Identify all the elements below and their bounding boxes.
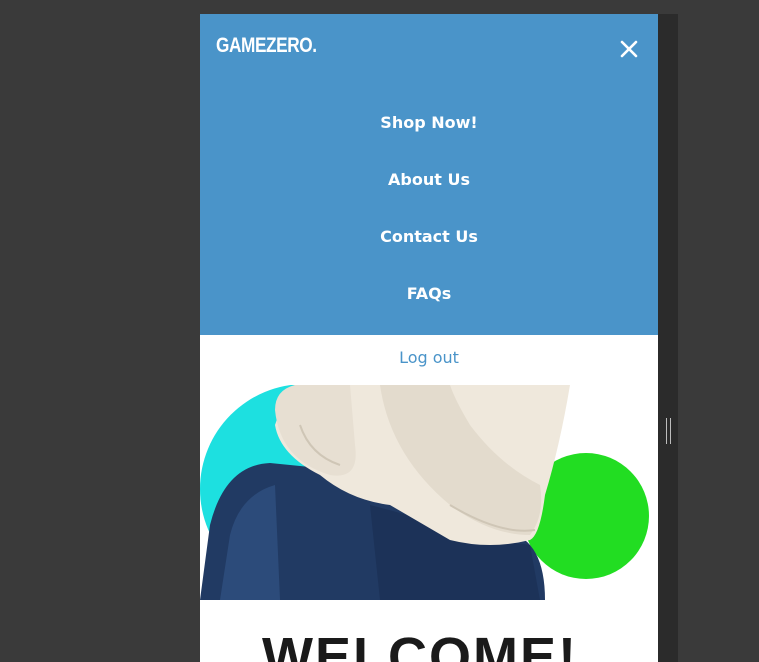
close-menu-button[interactable] bbox=[618, 38, 640, 60]
nav-item-faqs[interactable]: FAQs bbox=[200, 284, 658, 303]
logout-link[interactable]: Log out bbox=[200, 348, 658, 367]
resize-handle[interactable] bbox=[666, 418, 671, 444]
mobile-viewport: GAMEZERO. Shop Now! About Us Contact Us … bbox=[200, 14, 658, 662]
hero-illustration bbox=[200, 385, 649, 600]
nav-item-about-us[interactable]: About Us bbox=[200, 170, 658, 189]
nav-item-shop-now[interactable]: Shop Now! bbox=[200, 113, 658, 132]
mobile-menu-panel: GAMEZERO. Shop Now! About Us Contact Us … bbox=[200, 14, 658, 335]
welcome-heading: WELCOME! bbox=[262, 627, 578, 662]
site-logo[interactable]: GAMEZERO. bbox=[216, 34, 317, 58]
close-icon bbox=[620, 40, 638, 58]
scrollbar-gutter bbox=[658, 14, 678, 662]
nav-item-contact-us[interactable]: Contact Us bbox=[200, 227, 658, 246]
hero-image bbox=[200, 385, 658, 600]
